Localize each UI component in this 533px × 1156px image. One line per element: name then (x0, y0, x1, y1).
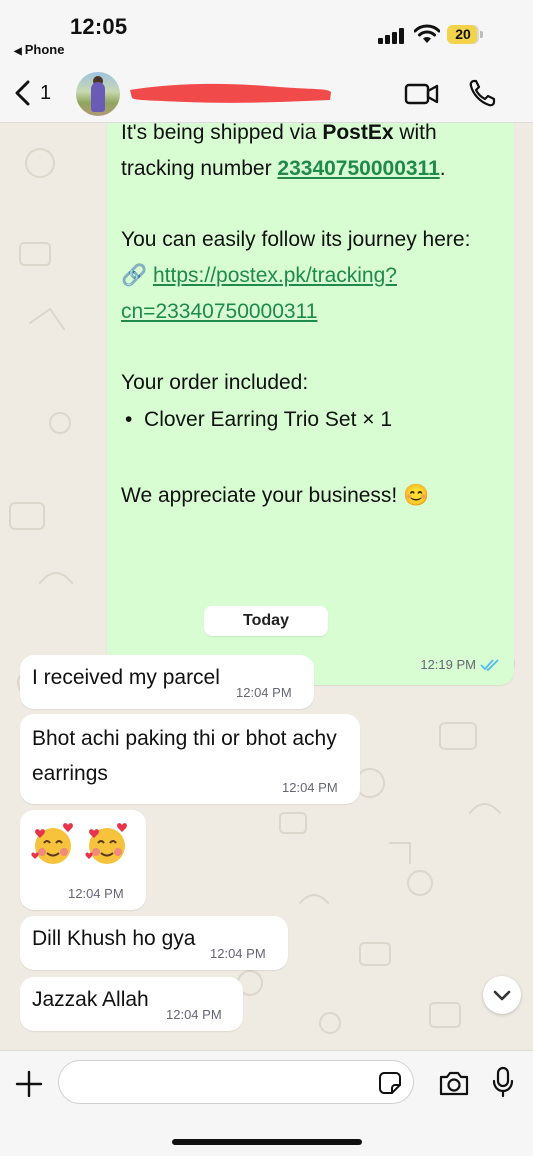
back-to-app-link[interactable]: ◀ Phone (14, 42, 64, 57)
camera-icon[interactable] (438, 1069, 470, 1097)
incoming-message-bubble[interactable]: Dill Khush ho gya 12:04 PM (20, 916, 288, 970)
read-ticks-icon (480, 658, 499, 671)
message-text: Bhot achi paking thi or bhot achy (32, 727, 337, 750)
message-meta: 12:19 PM (420, 657, 500, 672)
incoming-message-bubble[interactable]: Jazzak Allah 12:04 PM (20, 977, 243, 1031)
home-indicator[interactable] (172, 1139, 362, 1145)
message-input[interactable] (58, 1060, 414, 1104)
message-text: I received my parcel (32, 666, 220, 689)
message-line: It's being shipped via PostEx with (121, 123, 437, 144)
message-composer (0, 1050, 533, 1156)
status-bar: 12:05 ◀ Phone 20 (0, 0, 533, 66)
incoming-message-bubble[interactable]: Bhot achi paking thi or bhot achy earrin… (20, 714, 360, 804)
back-triangle-icon: ◀ (14, 46, 22, 57)
back-app-label: Phone (24, 42, 65, 57)
message-line: You can easily follow its journey here: (121, 228, 471, 251)
video-call-icon[interactable] (404, 80, 440, 108)
message-text: Jazzak Allah (32, 988, 149, 1011)
sticker-icon[interactable] (378, 1071, 402, 1095)
phone-call-icon[interactable] (468, 78, 496, 108)
microphone-icon[interactable] (492, 1066, 514, 1098)
unread-count[interactable]: 1 (40, 82, 51, 105)
message-line: 🔗 https://postex.pk/tracking? (121, 261, 397, 291)
message-time: 12:04 PM (236, 685, 292, 700)
cellular-signal-icon (378, 28, 404, 44)
date-separator: Today (204, 606, 328, 636)
battery-level: 20 (455, 26, 471, 42)
outgoing-message-bubble[interactable]: It's being shipped via PostEx with track… (107, 123, 514, 685)
contact-name-redaction[interactable] (126, 80, 334, 106)
message-line: We appreciate your business! 😊 (121, 484, 430, 507)
tracking-url-link[interactable]: https://postex.pk/tracking? (153, 264, 397, 287)
message-text: earrings (32, 762, 108, 785)
tracking-url-link-continued[interactable]: cn=23340750000311 (121, 300, 317, 323)
bullet: • (125, 408, 133, 431)
tracking-number-link[interactable]: 23340750000311 (277, 157, 439, 180)
clock: 12:05 (70, 14, 128, 39)
message-time: 12:19 PM (420, 657, 476, 672)
message-time: 12:04 PM (68, 886, 124, 901)
incoming-message-bubble[interactable]: I received my parcel 12:04 PM (20, 655, 314, 709)
battery-indicator: 20 (447, 25, 485, 45)
wifi-icon (414, 24, 440, 43)
contact-avatar[interactable] (76, 72, 120, 116)
message-line: Your order included: (121, 371, 309, 394)
message-line: cn=23340750000311 (121, 297, 317, 327)
smiling-face-with-hearts-icon (31, 823, 73, 864)
chevron-down-icon (493, 990, 511, 1001)
link-emoji: 🔗 (121, 264, 148, 287)
plus-icon[interactable] (14, 1069, 44, 1099)
order-item: • Clover Earring Trio Set × 1 (125, 408, 393, 431)
incoming-emoji-bubble[interactable]: 12:04 PM (20, 810, 146, 910)
smiling-face-with-hearts-icon (85, 823, 127, 864)
chat-header: 1 (0, 66, 533, 123)
carrier-name: PostEx (322, 123, 394, 144)
message-time: 12:04 PM (282, 780, 338, 795)
message-line: tracking number 23340750000311. (121, 157, 446, 180)
message-time: 12:04 PM (210, 946, 266, 961)
back-chevron-icon[interactable] (12, 80, 34, 106)
message-time: 12:04 PM (166, 1007, 222, 1022)
chat-area[interactable]: It's being shipped via PostEx with track… (0, 123, 533, 1050)
scroll-to-bottom-button[interactable] (483, 976, 521, 1014)
message-text: Dill Khush ho gya (32, 927, 196, 950)
